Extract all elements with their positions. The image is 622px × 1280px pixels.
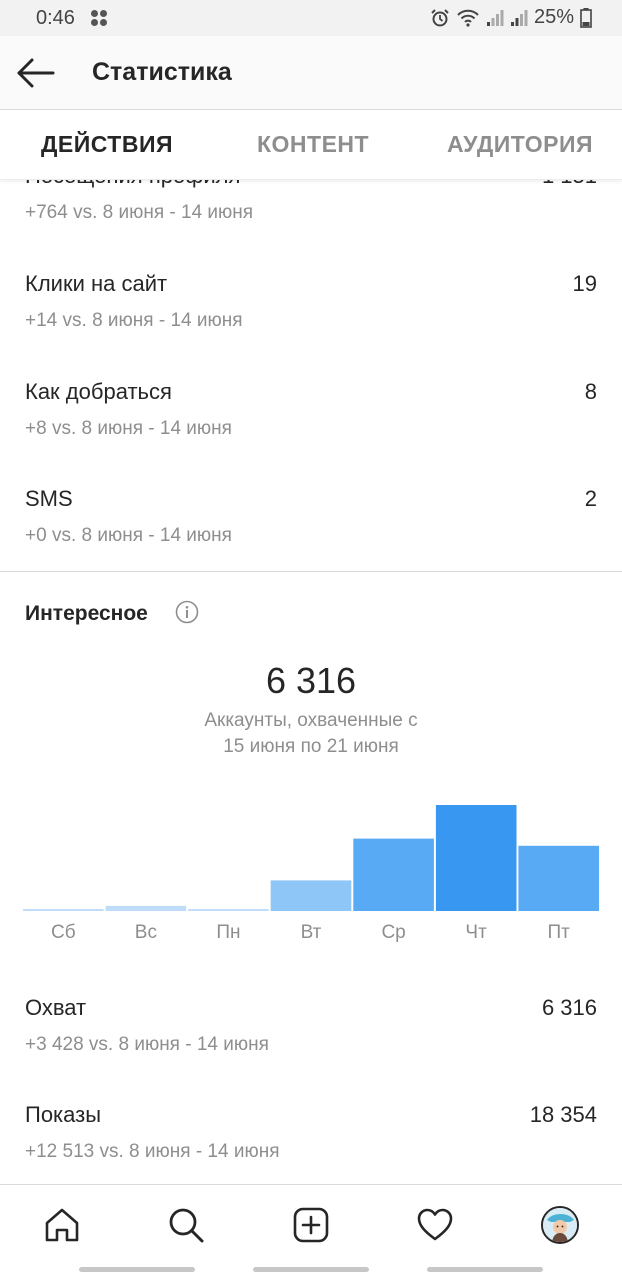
- chart-bar-1: [105, 905, 187, 911]
- chart-bar-4: [353, 838, 434, 911]
- gesture-bar-left: [79, 1267, 195, 1272]
- metric-value: 18 354: [529, 1102, 597, 1127]
- signal-icon-2: [510, 9, 528, 27]
- metric-delta: +14 vs. 8 июня - 14 июня: [25, 310, 243, 331]
- profile-avatar[interactable]: [538, 1203, 582, 1247]
- battery-percent: 25%: [533, 6, 574, 28]
- metric-row-directions[interactable]: Как добраться 8 +8 vs. 8 июня - 14 июня: [0, 379, 622, 479]
- tab-bar: ДЕЙСТВИЯ КОНТЕНТ АУДИТОРИЯ: [0, 110, 622, 180]
- section-divider: [0, 571, 622, 572]
- battery-icon: [580, 7, 592, 28]
- status-time: 0:46: [36, 7, 75, 29]
- reach-caption-line1: Аккаунты, охваченные с: [204, 710, 418, 731]
- insights-content[interactable]: Посещения профиля 1 151 +764 vs. 8 июня …: [0, 180, 622, 1184]
- chart-bar-6: [518, 845, 599, 911]
- metric-label: Охват: [25, 995, 87, 1020]
- metric-value: 2: [584, 486, 597, 511]
- signal-icon: [486, 9, 504, 27]
- chart-bar-0: [23, 909, 104, 911]
- chart-x-label-4: Ср: [381, 922, 405, 943]
- metric-delta: +3 428 vs. 8 июня - 14 июня: [25, 1034, 269, 1055]
- status-indicators: 25%: [430, 6, 592, 29]
- metric-label: Посещения профиля: [25, 180, 240, 189]
- metric-value: 19: [572, 271, 597, 296]
- chart-x-label-5: Чт: [465, 922, 487, 943]
- metric-row-website-clicks[interactable]: Клики на сайт 19 +14 vs. 8 июня - 14 июн…: [0, 271, 622, 371]
- metric-label: Клики на сайт: [25, 271, 168, 296]
- metric-row-impressions[interactable]: Показы 18 354 +12 513 vs. 8 июня - 14 ию…: [0, 1102, 622, 1184]
- metric-row-profile-visits[interactable]: Посещения профиля 1 151 +764 vs. 8 июня …: [0, 180, 622, 263]
- wifi-icon: [456, 8, 480, 28]
- metric-label: SMS: [25, 486, 73, 511]
- chart-x-label-0: Сб: [51, 922, 76, 943]
- chart-bar-5: [435, 805, 517, 911]
- reach-bar-chart: Сб Вс Пн Вт Ср Чт Пт: [23, 805, 599, 943]
- metric-value: 6 316: [541, 995, 597, 1020]
- chart-x-label-6: Пт: [548, 922, 571, 943]
- tab-content[interactable]: КОНТЕНТ: [257, 131, 369, 158]
- metric-delta: +12 513 vs. 8 июня - 14 июня: [25, 1141, 280, 1162]
- status-bar: 0:46 25%: [0, 0, 622, 36]
- activity-heart-icon[interactable]: [413, 1203, 457, 1247]
- add-post-icon[interactable]: [289, 1203, 333, 1247]
- metric-value: 1 151: [542, 180, 597, 189]
- gesture-bar-right: [427, 1267, 543, 1272]
- metric-row-reach[interactable]: Охват 6 316 +3 428 vs. 8 июня - 14 июня: [0, 995, 622, 1095]
- bottom-navigation: [0, 1184, 622, 1280]
- chart-bar-2: [188, 909, 269, 911]
- avatar: [541, 1206, 579, 1244]
- metric-delta: +764 vs. 8 июня - 14 июня: [25, 202, 254, 223]
- chart-bar-3: [270, 880, 352, 911]
- gesture-bar-center: [253, 1267, 369, 1272]
- tab-audience[interactable]: АУДИТОРИЯ: [447, 131, 593, 158]
- metric-label: Показы: [25, 1102, 102, 1127]
- tab-actions[interactable]: ДЕЙСТВИЯ: [41, 131, 173, 158]
- metric-value: 8: [584, 379, 597, 404]
- chart-x-label-2: Пн: [216, 922, 240, 943]
- metric-delta: +8 vs. 8 июня - 14 июня: [25, 418, 232, 439]
- alarm-icon: [430, 8, 450, 28]
- home-icon[interactable]: [40, 1203, 84, 1247]
- search-icon[interactable]: [164, 1203, 208, 1247]
- discovery-title: Интересное: [25, 602, 148, 625]
- metric-delta: +0 vs. 8 июня - 14 июня: [25, 525, 232, 546]
- chart-x-label-1: Вс: [135, 922, 157, 943]
- metric-label: Как добраться: [25, 379, 172, 404]
- app-bar: Статистика: [0, 36, 622, 110]
- reach-caption-line2: 15 июня по 21 июня: [223, 736, 399, 757]
- app-notification-icon: [90, 9, 108, 27]
- info-icon[interactable]: [175, 600, 199, 624]
- back-arrow-icon[interactable]: [16, 56, 56, 90]
- reach-total: 6 316: [265, 660, 357, 701]
- chart-x-label-3: Вт: [301, 922, 322, 943]
- page-title: Статистика: [92, 58, 232, 86]
